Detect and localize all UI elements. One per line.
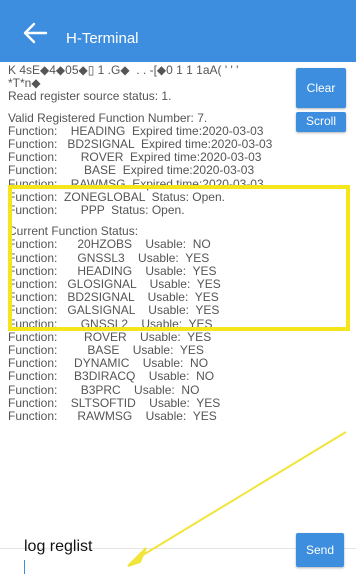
terminal-line: Function: B3DIRACQ Usable: NO — [8, 369, 215, 384]
app-bar: H-Terminal — [0, 0, 356, 62]
app-title: H-Terminal — [66, 30, 139, 47]
terminal-line: Function: B3PRC Usable: NO — [8, 382, 200, 397]
highlight-box — [8, 185, 350, 331]
clear-button[interactable]: Clear — [296, 68, 346, 108]
command-input[interactable]: log reglist — [24, 538, 92, 556]
send-button[interactable]: Send — [296, 533, 344, 567]
arrow-left-icon[interactable] — [22, 22, 48, 44]
terminal-output[interactable]: K 4sE◆4◆05◆▯ 1 .G◆ . . -[◆0 1 1 1aA( ' '… — [8, 63, 350, 550]
terminal-line: Function: RAWMSG Usable: YES — [8, 409, 217, 424]
text-caret — [24, 560, 25, 574]
terminal-line: Function: BASE Expired time:2020-03-03 — [8, 163, 255, 178]
scroll-button[interactable]: Scroll — [296, 112, 346, 132]
